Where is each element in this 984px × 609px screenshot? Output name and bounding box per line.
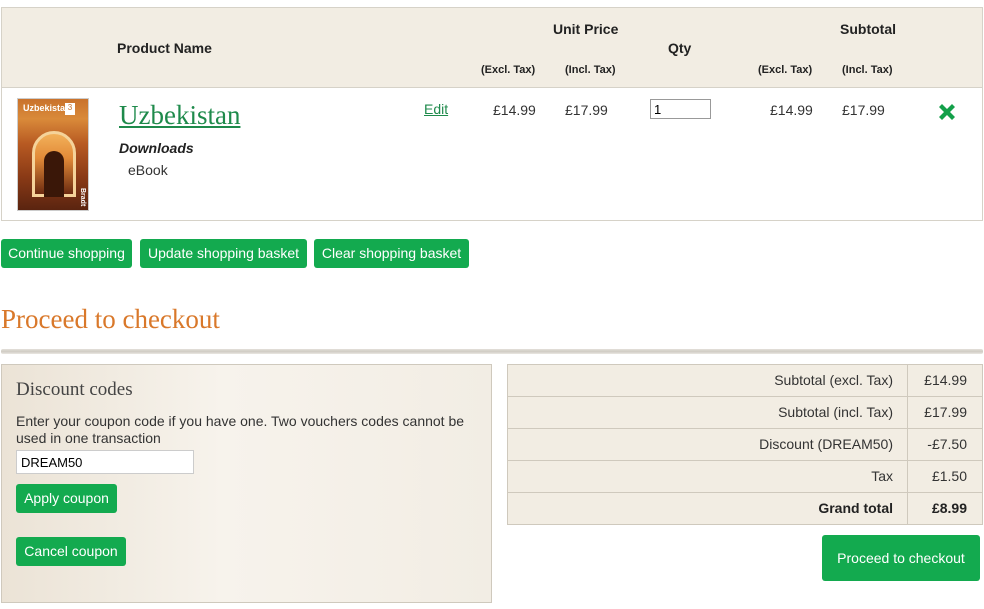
- header-qty: Qty: [668, 40, 692, 56]
- discount-description: Enter your coupon code if you have one. …: [16, 413, 465, 446]
- product-option-label: Downloads: [119, 140, 194, 156]
- totals-label: Subtotal (incl. Tax): [778, 404, 893, 420]
- totals-row: Subtotal (incl. Tax) £17.99: [508, 397, 982, 429]
- grand-total-label: Grand total: [818, 500, 893, 516]
- column-divider: [907, 365, 908, 396]
- proceed-to-checkout-button[interactable]: Proceed to checkout: [822, 535, 980, 581]
- cover-brand-logo: Bradt: [79, 187, 86, 206]
- subtotal-incl: £17.99: [842, 102, 885, 118]
- totals-row: Tax £1.50: [508, 461, 982, 493]
- quantity-input[interactable]: [650, 99, 711, 119]
- remove-item-icon[interactable]: [935, 100, 959, 124]
- coupon-code-input[interactable]: [16, 450, 194, 474]
- subtotal-excl: £14.99: [770, 102, 813, 118]
- checkout-heading: Proceed to checkout: [1, 304, 220, 334]
- product-option-value: eBook: [128, 162, 168, 178]
- header-subtotal-incl: (Incl. Tax): [842, 64, 893, 76]
- apply-coupon-button[interactable]: Apply coupon: [16, 484, 117, 513]
- header-product-name: Product Name: [117, 40, 212, 56]
- totals-label: Subtotal (excl. Tax): [774, 372, 893, 388]
- column-divider: [907, 429, 908, 460]
- totals-value: £17.99: [924, 404, 967, 420]
- order-totals-table: Subtotal (excl. Tax) £14.99 Subtotal (in…: [507, 364, 983, 525]
- totals-value: -£7.50: [927, 436, 967, 452]
- cover-title: Uzbekistan: [23, 103, 71, 113]
- edit-item-link[interactable]: Edit: [424, 101, 448, 117]
- header-subtotal-excl: (Excl. Tax): [758, 64, 813, 76]
- cover-edition-badge: 3: [65, 103, 75, 115]
- cover-doorway-illustration: [44, 151, 64, 197]
- totals-value: £1.50: [931, 468, 967, 484]
- update-basket-button[interactable]: Update shopping basket: [140, 239, 307, 268]
- column-divider: [907, 397, 908, 428]
- grand-total-value: £8.99: [931, 500, 967, 516]
- unit-price-incl: £17.99: [565, 102, 608, 118]
- grand-total-row: Grand total £8.99: [508, 493, 982, 525]
- totals-label: Discount (DREAM50): [759, 436, 893, 452]
- header-unit-price: Unit Price: [553, 21, 619, 37]
- cart-item-row: Uzbekistan 3 Bradt Uzbekistan Downloads …: [2, 89, 982, 220]
- product-cover-image[interactable]: Uzbekistan 3 Bradt: [17, 98, 89, 211]
- product-name-link[interactable]: Uzbekistan: [119, 100, 240, 131]
- header-unit-price-incl: (Incl. Tax): [565, 64, 616, 76]
- header-unit-price-excl: (Excl. Tax): [481, 64, 536, 76]
- cart-table: Product Name Unit Price Qty Subtotal (Ex…: [1, 7, 983, 221]
- header-subtotal: Subtotal: [840, 21, 896, 37]
- clear-basket-button[interactable]: Clear shopping basket: [314, 239, 469, 268]
- unit-price-excl: £14.99: [493, 102, 536, 118]
- discount-codes-panel: Discount codes Enter your coupon code if…: [1, 364, 492, 603]
- cancel-coupon-button[interactable]: Cancel coupon: [16, 537, 126, 566]
- continue-shopping-button[interactable]: Continue shopping: [1, 239, 132, 268]
- totals-row: Discount (DREAM50) -£7.50: [508, 429, 982, 461]
- totals-row: Subtotal (excl. Tax) £14.99: [508, 365, 982, 397]
- column-divider: [907, 461, 908, 492]
- totals-value: £14.99: [924, 372, 967, 388]
- discount-title: Discount codes: [16, 379, 133, 400]
- totals-label: Tax: [871, 468, 893, 484]
- section-divider: [1, 349, 983, 354]
- cart-table-header: Product Name Unit Price Qty Subtotal (Ex…: [2, 8, 982, 88]
- column-divider: [907, 493, 908, 525]
